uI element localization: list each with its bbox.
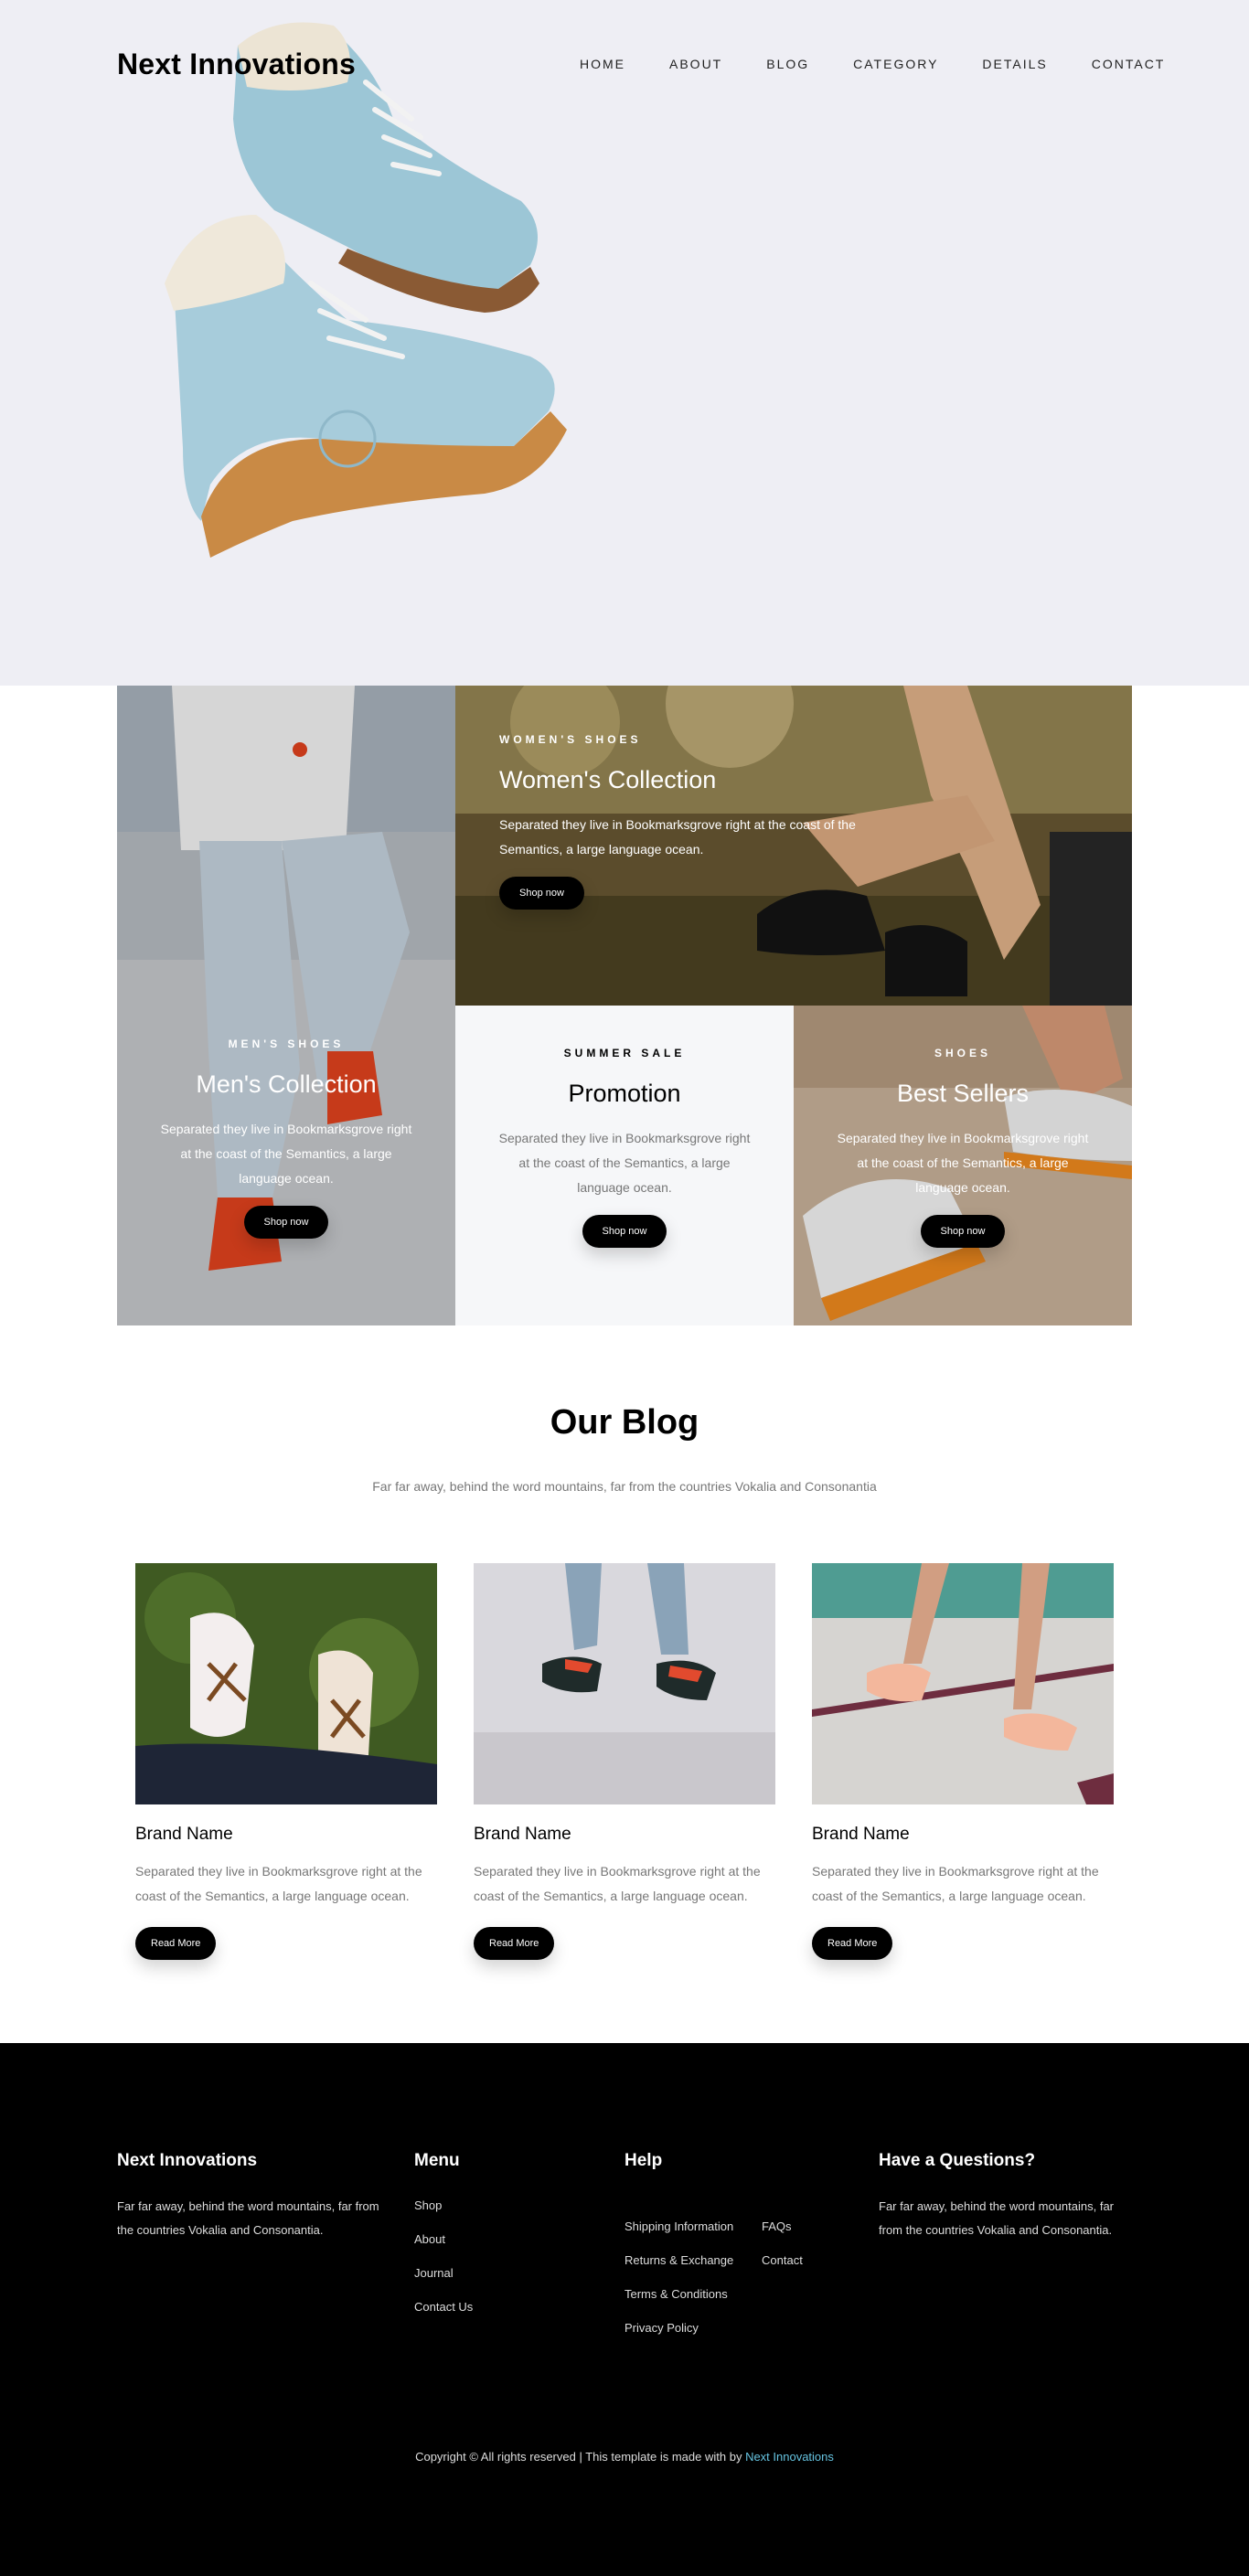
best-kicker: SHOES [934,1047,991,1059]
footer-link-journal[interactable]: Journal [414,2266,579,2280]
nav-details[interactable]: DETAILS [982,57,1047,71]
best-text: Separated they live in Bookmarksgrove ri… [837,1131,1089,1195]
hero-section: Next Innovations HOME ABOUT BLOG CATEGOR… [0,0,1249,686]
footer-help-list-2: FAQs Contact [762,2219,803,2287]
footer-link-returns[interactable]: Returns & Exchange [624,2253,733,2267]
read-more-button[interactable]: Read More [474,1927,555,1960]
blog-card-title[interactable]: Brand Name [474,1825,775,1845]
blog-card: Brand Name Separated they live in Bookma… [474,1563,775,1960]
blog-card-title[interactable]: Brand Name [812,1825,1114,1845]
womens-collection-content: WOMEN'S SHOES Women's Collection Separat… [499,733,1132,910]
site-logo[interactable]: Next Innovations [117,48,356,81]
footer-questions-text: Far far away, behind the word mountains,… [879,2199,1114,2237]
best-shop-now-button[interactable]: Shop now [920,1215,1006,1248]
womens-shop-now-button[interactable]: Shop now [499,877,584,910]
blog-card-image[interactable] [135,1563,437,1804]
mens-text: Separated they live in Bookmarksgrove ri… [160,1122,412,1186]
footer-about-text: Far far away, behind the word mountains,… [117,2199,379,2237]
copyright-text: Copyright © All rights reserved | This t… [415,2450,746,2464]
blog-card-text: Separated they live in Bookmarksgrove ri… [812,1864,1099,1903]
womens-text: Separated they live in Bookmarksgrove ri… [499,817,856,857]
footer-menu-list: Shop About Journal Contact Us [414,2198,579,2314]
mens-collection-content: MEN'S SHOES Men's Collection Separated t… [117,1038,455,1239]
read-more-button[interactable]: Read More [812,1927,893,1960]
footer-link-privacy[interactable]: Privacy Policy [624,2321,733,2335]
footer-help-list-1: Shipping Information Returns & Exchange … [624,2219,733,2355]
collections-grid: MEN'S SHOES Men's Collection Separated t… [117,686,1132,1325]
footer-questions-title: Have a Questions? [879,2151,1036,2170]
main-nav: HOME ABOUT BLOG CATEGORY DETAILS CONTACT [580,57,1165,71]
promo-kicker: SUMMER SALE [563,1047,686,1059]
womens-title: Women's Collection [499,766,717,793]
nav-about[interactable]: ABOUT [669,57,722,71]
blog-title: Our Blog [550,1403,699,1442]
blog-card-text: Separated they live in Bookmarksgrove ri… [135,1864,422,1903]
blog-card-text: Separated they live in Bookmarksgrove ri… [474,1864,761,1903]
nav-home[interactable]: HOME [580,57,625,71]
read-more-button[interactable]: Read More [135,1927,217,1960]
blog-card: Brand Name Separated they live in Bookma… [812,1563,1114,1960]
mens-shop-now-button[interactable]: Shop now [243,1206,329,1239]
blog-card-image[interactable] [812,1563,1114,1804]
footer-menu-title: Menu [414,2151,460,2170]
copyright: Copyright © All rights reserved | This t… [0,2450,1249,2464]
site-footer: Next Innovations Far far away, behind th… [0,2043,1249,2576]
footer-link-terms[interactable]: Terms & Conditions [624,2287,733,2301]
footer-link-about[interactable]: About [414,2232,579,2246]
womens-collection-tile: WOMEN'S SHOES Women's Collection Separat… [455,686,1132,1006]
footer-link-contact[interactable]: Contact [762,2253,803,2267]
blog-card-image[interactable] [474,1563,775,1804]
best-sellers-tile: SHOES Best Sellers Separated they live i… [794,1006,1132,1325]
footer-about-title: Next Innovations [117,2151,258,2170]
footer-about: Next Innovations Far far away, behind th… [117,2151,382,2242]
footer-link-faqs[interactable]: FAQs [762,2219,803,2233]
blog-card: Brand Name Separated they live in Bookma… [135,1563,437,1960]
hero-boots-image [165,22,567,558]
womens-kicker: WOMEN'S SHOES [499,733,642,746]
mens-title: Men's Collection [196,1070,377,1098]
promotion-content: SUMMER SALE Promotion Separated they liv… [455,1047,794,1248]
footer-link-contact-us[interactable]: Contact Us [414,2300,579,2314]
footer-menu: Menu Shop About Journal Contact Us [414,2151,579,2334]
copyright-brand-link[interactable]: Next Innovations [745,2450,834,2464]
footer-help: Help Shipping Information Returns & Exch… [624,2151,862,2389]
blog-subtitle: Far far away, behind the word mountains,… [372,1479,877,1494]
footer-link-shipping[interactable]: Shipping Information [624,2219,733,2233]
nav-blog[interactable]: BLOG [766,57,809,71]
blog-card-title[interactable]: Brand Name [135,1825,437,1845]
promotion-tile: SUMMER SALE Promotion Separated they liv… [455,1006,794,1325]
best-title: Best Sellers [896,1080,1030,1107]
footer-link-shop[interactable]: Shop [414,2198,579,2212]
promo-title: Promotion [568,1080,681,1107]
promo-text: Separated they live in Bookmarksgrove ri… [498,1131,751,1195]
nav-contact[interactable]: CONTACT [1092,57,1166,71]
footer-help-title: Help [624,2151,663,2170]
footer-questions: Have a Questions? Far far away, behind t… [879,2151,1135,2242]
promo-shop-now-button[interactable]: Shop now [582,1215,667,1248]
nav-category[interactable]: CATEGORY [853,57,938,71]
mens-collection-tile: MEN'S SHOES Men's Collection Separated t… [117,686,455,1325]
best-sellers-content: SHOES Best Sellers Separated they live i… [794,1047,1132,1248]
mens-kicker: MEN'S SHOES [228,1038,345,1050]
